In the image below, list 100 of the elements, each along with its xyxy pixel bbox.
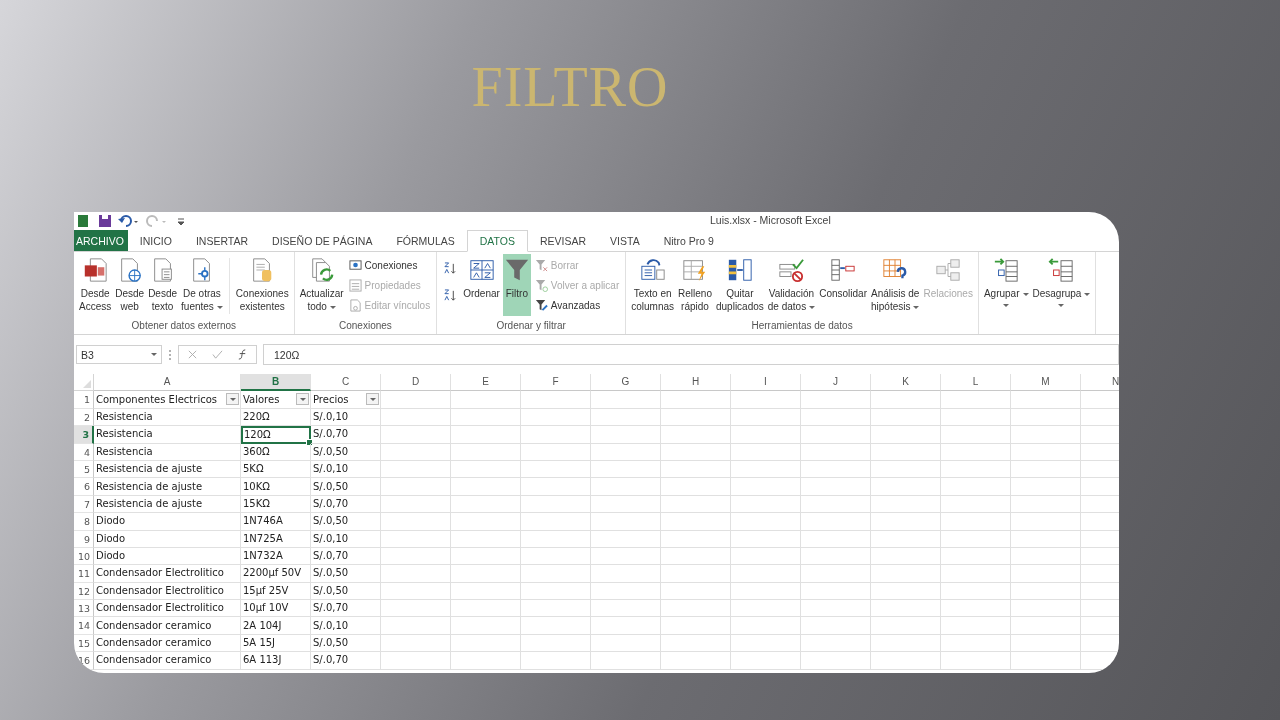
- empty-cell: [451, 617, 521, 635]
- row-header[interactable]: 8: [74, 513, 94, 531]
- column-header[interactable]: F: [521, 374, 591, 392]
- ribbon-tab[interactable]: DISEÑO DE PÁGINA: [260, 230, 385, 251]
- empty-cell: [941, 634, 1011, 653]
- ribbon-button[interactable]: Conexiones existentes: [234, 254, 290, 316]
- ribbon-button[interactable]: Análisis de hipótesis: [869, 254, 921, 316]
- formula-field[interactable]: 120Ω: [263, 344, 1119, 365]
- column-header[interactable]: N: [1081, 374, 1119, 392]
- table-cell: S/.0,70: [313, 549, 349, 564]
- ribbon-tab[interactable]: REVISAR: [527, 230, 599, 251]
- empty-cell: [1011, 582, 1081, 601]
- ribbon-button[interactable]: Conexiones: [346, 257, 433, 274]
- column-header[interactable]: B: [241, 374, 311, 392]
- ribbon-button[interactable]: Agrupar: [982, 254, 1030, 316]
- ribbon-button[interactable]: Desagrupa: [1031, 254, 1092, 316]
- empty-cell: [941, 408, 1011, 427]
- empty-cell: [591, 478, 661, 496]
- column-header[interactable]: K: [871, 374, 941, 392]
- empty-cell: [1011, 460, 1081, 479]
- ribbon-tab[interactable]: INSERTAR: [183, 230, 261, 251]
- row-header[interactable]: 15: [74, 634, 94, 653]
- empty-cell: [521, 443, 591, 461]
- ribbon-button[interactable]: Actualizar todo: [298, 254, 345, 316]
- row-header[interactable]: 7: [74, 495, 94, 514]
- ribbon-tab[interactable]: DATOS: [466, 230, 528, 252]
- empty-cell: [521, 513, 591, 531]
- table-cell: 120Ω: [244, 427, 271, 442]
- ribbon-tab[interactable]: FÓRMULAS: [384, 230, 467, 251]
- empty-cell: [451, 513, 521, 531]
- column-header[interactable]: H: [661, 374, 731, 392]
- row-header[interactable]: 9: [74, 530, 94, 548]
- empty-cell: [871, 617, 941, 635]
- row-header[interactable]: 14: [74, 617, 94, 635]
- empty-cell: [521, 478, 591, 496]
- column-header[interactable]: I: [731, 374, 801, 392]
- empty-cell: [591, 391, 661, 409]
- empty-cell: [871, 495, 941, 514]
- row-header[interactable]: 6: [74, 478, 94, 496]
- sort-descending-icon[interactable]: [444, 289, 458, 302]
- row-header[interactable]: 3: [74, 426, 94, 444]
- table-cell: Condensador ceramico: [96, 636, 212, 651]
- column-header[interactable]: E: [451, 374, 521, 392]
- row-header[interactable]: 13: [74, 600, 94, 618]
- column-header[interactable]: A: [94, 374, 241, 392]
- empty-cell: [451, 478, 521, 496]
- ribbon-button[interactable]: Validación de datos: [766, 254, 817, 316]
- group-label: Conexiones: [339, 320, 392, 333]
- properties-icon: [348, 279, 362, 292]
- row-header[interactable]: 5: [74, 460, 94, 479]
- column-header[interactable]: D: [381, 374, 451, 392]
- filter-dropdown[interactable]: [296, 393, 309, 406]
- function-icon[interactable]: [237, 349, 248, 360]
- table-cell: Resistencia: [96, 444, 153, 459]
- check-icon[interactable]: [212, 349, 223, 360]
- undo-icon[interactable]: [118, 214, 140, 228]
- empty-cell: [871, 652, 941, 670]
- empty-cell: [941, 600, 1011, 618]
- empty-cell: [661, 547, 731, 566]
- row-header[interactable]: 10: [74, 547, 94, 566]
- column-header[interactable]: J: [801, 374, 871, 392]
- row-header[interactable]: 11: [74, 565, 94, 583]
- row-header[interactable]: 1: [74, 391, 94, 409]
- ribbon-button[interactable]: Quitar duplicados: [714, 254, 765, 316]
- sort-ascending-icon[interactable]: [444, 262, 458, 275]
- empty-cell: [591, 565, 661, 583]
- ribbon-tab[interactable]: INICIO: [127, 230, 184, 251]
- filter-dropdown[interactable]: [226, 393, 239, 406]
- ribbon-button[interactable]: Desde Access: [78, 254, 113, 316]
- filter-dropdown[interactable]: [366, 393, 379, 406]
- empty-cell: [801, 408, 871, 427]
- row-header[interactable]: 4: [74, 443, 94, 461]
- empty-cell: [731, 600, 801, 618]
- ribbon-button[interactable]: De otras fuentes: [180, 254, 224, 316]
- ribbon-tab[interactable]: VISTA: [598, 230, 652, 251]
- empty-cell: [1011, 495, 1081, 514]
- column-header[interactable]: G: [591, 374, 661, 392]
- name-box[interactable]: B3: [76, 345, 162, 364]
- empty-cell: [521, 495, 591, 514]
- ribbon-button[interactable]: Desde web: [114, 254, 146, 316]
- column-header[interactable]: M: [1011, 374, 1081, 392]
- column-header[interactable]: L: [941, 374, 1011, 392]
- column-header[interactable]: C: [311, 374, 381, 392]
- ribbon-button[interactable]: Relleno rápido: [677, 254, 713, 316]
- ribbon-button[interactable]: Texto en columnas: [630, 254, 676, 316]
- ribbon-button[interactable]: Filtro: [502, 254, 531, 316]
- empty-cell: [801, 443, 871, 461]
- ribbon-button[interactable]: Ordenar: [462, 254, 501, 316]
- file-tab[interactable]: ARCHIVO: [74, 230, 128, 251]
- empty-cell: [1011, 547, 1081, 566]
- table-cell: Condensador ceramico: [96, 618, 212, 633]
- row-header[interactable]: 12: [74, 582, 94, 601]
- empty-cell: [941, 547, 1011, 566]
- empty-cell: [661, 443, 731, 461]
- empty-cell: [591, 634, 661, 653]
- empty-cell: [661, 652, 731, 670]
- ribbon-tab[interactable]: Nitro Pro 9: [651, 230, 726, 251]
- ribbon-button[interactable]: Avanzadas: [532, 297, 622, 314]
- ribbon-button[interactable]: Consolidar: [818, 254, 868, 316]
- ribbon-button[interactable]: Desde texto: [147, 254, 179, 316]
